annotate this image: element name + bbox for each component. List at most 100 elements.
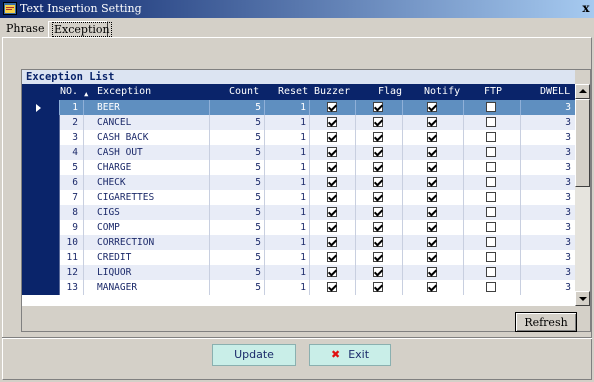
cell-exception[interactable]: CHARGE: [84, 160, 210, 175]
close-icon[interactable]: x: [580, 2, 592, 15]
row-indicator[interactable]: [22, 280, 60, 295]
cell-no[interactable]: 7: [60, 190, 84, 205]
buzzer-checkbox[interactable]: [327, 267, 337, 277]
flag-checkbox[interactable]: [373, 222, 383, 232]
buzzer-checkbox[interactable]: [327, 177, 337, 187]
cell-dwell[interactable]: 3: [521, 205, 575, 220]
cell-no[interactable]: 6: [60, 175, 84, 190]
cell-no[interactable]: 5: [60, 160, 84, 175]
row-indicator[interactable]: [22, 130, 60, 145]
row-indicator[interactable]: [22, 190, 60, 205]
ftp-checkbox[interactable]: [486, 237, 496, 247]
cell-dwell[interactable]: 3: [521, 250, 575, 265]
notify-checkbox[interactable]: [427, 282, 437, 292]
table-row[interactable]: 6 CHECK 5 1 3: [22, 175, 575, 190]
buzzer-checkbox[interactable]: [327, 132, 337, 142]
row-indicator[interactable]: [22, 205, 60, 220]
ftp-checkbox[interactable]: [486, 207, 496, 217]
table-row[interactable]: 10 CORRECTION 5 1 3: [22, 235, 575, 250]
ftp-checkbox[interactable]: [486, 222, 496, 232]
cell-exception[interactable]: CASH BACK: [84, 130, 210, 145]
row-indicator[interactable]: [22, 175, 60, 190]
cell-reset[interactable]: 1: [265, 115, 310, 130]
cell-count[interactable]: 5: [210, 205, 265, 220]
flag-checkbox[interactable]: [373, 252, 383, 262]
notify-checkbox[interactable]: [427, 177, 437, 187]
buzzer-checkbox[interactable]: [327, 192, 337, 202]
cell-exception[interactable]: LIQUOR: [84, 265, 210, 280]
table-row[interactable]: 12 LIQUOR 5 1 3: [22, 265, 575, 280]
cell-dwell[interactable]: 3: [521, 220, 575, 235]
cell-count[interactable]: 5: [210, 130, 265, 145]
cell-count[interactable]: 5: [210, 265, 265, 280]
table-row[interactable]: 13 MANAGER 5 1 3: [22, 280, 575, 295]
cell-reset[interactable]: 1: [265, 265, 310, 280]
notify-checkbox[interactable]: [427, 147, 437, 157]
cell-exception[interactable]: CHECK: [84, 175, 210, 190]
row-indicator[interactable]: [22, 265, 60, 280]
cell-reset[interactable]: 1: [265, 205, 310, 220]
header-count[interactable]: Count: [229, 84, 259, 100]
buzzer-checkbox[interactable]: [327, 222, 337, 232]
notify-checkbox[interactable]: [427, 192, 437, 202]
cell-count[interactable]: 5: [210, 100, 265, 115]
row-indicator[interactable]: [22, 145, 60, 160]
table-row[interactable]: 5 CHARGE 5 1 3: [22, 160, 575, 175]
buzzer-checkbox[interactable]: [327, 282, 337, 292]
cell-dwell[interactable]: 3: [521, 280, 575, 295]
cell-count[interactable]: 5: [210, 145, 265, 160]
header-exception[interactable]: Exception: [97, 84, 151, 100]
cell-count[interactable]: 5: [210, 235, 265, 250]
ftp-checkbox[interactable]: [486, 192, 496, 202]
cell-dwell[interactable]: 3: [521, 160, 575, 175]
scroll-down-button[interactable]: [575, 291, 590, 306]
ftp-checkbox[interactable]: [486, 102, 496, 112]
header-flag[interactable]: Flag: [378, 84, 402, 100]
cell-count[interactable]: 5: [210, 160, 265, 175]
ftp-checkbox[interactable]: [486, 267, 496, 277]
cell-no[interactable]: 12: [60, 265, 84, 280]
cell-reset[interactable]: 1: [265, 190, 310, 205]
notify-checkbox[interactable]: [427, 132, 437, 142]
notify-checkbox[interactable]: [427, 162, 437, 172]
cell-count[interactable]: 5: [210, 175, 265, 190]
cell-dwell[interactable]: 3: [521, 265, 575, 280]
row-indicator[interactable]: [22, 115, 60, 130]
cell-exception[interactable]: CREDIT: [84, 250, 210, 265]
cell-no[interactable]: 13: [60, 280, 84, 295]
header-reset[interactable]: Reset: [278, 84, 308, 100]
tab-exception[interactable]: Exception: [48, 21, 112, 37]
row-indicator[interactable]: [22, 160, 60, 175]
cell-count[interactable]: 5: [210, 190, 265, 205]
flag-checkbox[interactable]: [373, 192, 383, 202]
row-indicator[interactable]: [22, 250, 60, 265]
table-row[interactable]: 11 CREDIT 5 1 3: [22, 250, 575, 265]
row-indicator[interactable]: [22, 235, 60, 250]
buzzer-checkbox[interactable]: [327, 117, 337, 127]
flag-checkbox[interactable]: [373, 267, 383, 277]
table-row[interactable]: 4 CASH OUT 5 1 3: [22, 145, 575, 160]
ftp-checkbox[interactable]: [486, 117, 496, 127]
cell-no[interactable]: 9: [60, 220, 84, 235]
cell-no[interactable]: 3: [60, 130, 84, 145]
flag-checkbox[interactable]: [373, 117, 383, 127]
flag-checkbox[interactable]: [373, 282, 383, 292]
row-indicator[interactable]: [22, 220, 60, 235]
cell-reset[interactable]: 1: [265, 220, 310, 235]
scroll-up-button[interactable]: [575, 84, 590, 99]
notify-checkbox[interactable]: [427, 267, 437, 277]
scroll-thumb[interactable]: [575, 99, 590, 187]
cell-reset[interactable]: 1: [265, 235, 310, 250]
notify-checkbox[interactable]: [427, 117, 437, 127]
cell-exception[interactable]: COMP: [84, 220, 210, 235]
cell-no[interactable]: 1: [60, 100, 84, 115]
table-row[interactable]: 3 CASH BACK 5 1 3: [22, 130, 575, 145]
cell-exception[interactable]: MANAGER: [84, 280, 210, 295]
cell-reset[interactable]: 1: [265, 280, 310, 295]
table-row[interactable]: 8 CIGS 5 1 3: [22, 205, 575, 220]
buzzer-checkbox[interactable]: [327, 162, 337, 172]
table-row[interactable]: 7 CIGARETTES 5 1 3: [22, 190, 575, 205]
cell-reset[interactable]: 1: [265, 250, 310, 265]
notify-checkbox[interactable]: [427, 102, 437, 112]
header-buzzer[interactable]: Buzzer: [314, 84, 350, 100]
